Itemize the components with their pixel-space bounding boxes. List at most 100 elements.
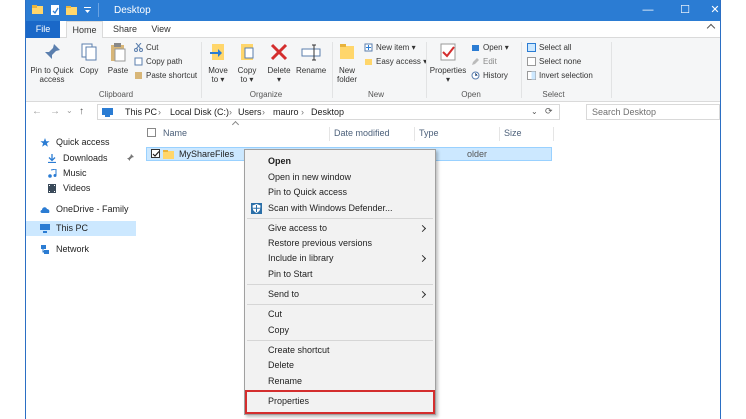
breadcrumb-mauro[interactable]: mauro xyxy=(273,107,299,117)
select-none-button[interactable]: Select none xyxy=(527,55,581,68)
new-item-button[interactable]: New item ▾ xyxy=(364,41,416,54)
submenu-arrow-icon xyxy=(418,254,427,263)
cut-button[interactable]: Cut xyxy=(134,41,158,54)
delete-x-icon xyxy=(270,43,288,61)
open-icon xyxy=(472,45,479,51)
history-ribbon-button[interactable]: History xyxy=(471,69,508,82)
explorer-app-icon xyxy=(32,5,43,14)
address-bar[interactable]: This PC › Local Disk (C:) › Users › maur… xyxy=(97,104,560,120)
forward-arrow-icon[interactable]: → xyxy=(50,106,60,117)
invert-selection-button[interactable]: Invert selection xyxy=(527,69,593,82)
properties-ribbon-button[interactable]: Properties ▾ xyxy=(428,42,468,84)
nav-item-music[interactable]: Music xyxy=(47,166,87,181)
row-checkbox[interactable] xyxy=(151,149,160,158)
column-header-date-modified[interactable]: Date modified xyxy=(334,128,390,138)
download-arrow-icon xyxy=(48,154,56,163)
breadcrumb-local-disk[interactable]: Local Disk (C:) xyxy=(170,107,229,117)
tab-home[interactable]: Home xyxy=(66,21,103,39)
recent-locations-icon[interactable]: ⌄ xyxy=(66,106,73,115)
nav-item-downloads[interactable]: Downloads xyxy=(47,151,108,166)
cut-label: Cut xyxy=(146,43,159,52)
maximize-button[interactable]: ☐ xyxy=(678,3,692,17)
tab-file[interactable]: File xyxy=(26,21,60,38)
refresh-icon[interactable]: ⟳ xyxy=(545,106,553,117)
close-button[interactable]: ✕ xyxy=(708,3,720,17)
select-all-button[interactable]: Select all xyxy=(527,41,571,54)
move-to-button[interactable]: Move to ▾ xyxy=(206,42,230,84)
navigation-pane: Quick access Downloads Music Videos OneD… xyxy=(26,122,136,419)
nav-item-this-pc[interactable]: This PC xyxy=(40,221,88,236)
paste-icon xyxy=(111,43,126,62)
open-ribbon-button[interactable]: Open ▾ xyxy=(471,41,509,54)
ribbon-tab-row: File Home Share View xyxy=(26,21,720,39)
tab-view[interactable]: View xyxy=(146,21,176,38)
nav-item-network[interactable]: Network xyxy=(40,242,89,257)
breadcrumb-desktop[interactable]: Desktop xyxy=(311,107,344,117)
nav-item-onedrive[interactable]: OneDrive - Family xyxy=(40,202,129,217)
copy-button[interactable]: Copy xyxy=(77,42,101,75)
new-folder-qat-icon[interactable] xyxy=(66,5,77,15)
collapse-ribbon-chevron-icon[interactable] xyxy=(706,23,716,33)
pin-to-quick-access-button[interactable]: Pin to Quick access xyxy=(30,42,74,84)
computer-icon xyxy=(40,224,50,233)
select-all-checkbox[interactable] xyxy=(147,128,156,137)
copy-icon xyxy=(81,43,97,61)
copy-path-icon xyxy=(134,57,143,66)
back-arrow-icon[interactable]: ← xyxy=(32,106,42,117)
menu-item-rename[interactable]: Rename xyxy=(268,374,302,389)
menu-item-delete[interactable]: Delete xyxy=(268,358,294,373)
paste-shortcut-label: Paste shortcut xyxy=(146,71,198,80)
menu-item-include-library[interactable]: Include in library xyxy=(268,251,334,266)
tab-share[interactable]: Share xyxy=(109,21,141,38)
menu-item-scan-defender[interactable]: Scan with Windows Defender... xyxy=(268,201,393,216)
qat-dropdown-icon[interactable] xyxy=(82,5,93,15)
move-to-icon xyxy=(210,44,224,60)
navigation-row: ← → ⌄ ↑ This PC › Local Disk (C:) › User… xyxy=(26,102,720,122)
breadcrumb-separator: › xyxy=(301,107,304,117)
menu-item-open-new-window[interactable]: Open in new window xyxy=(268,170,351,185)
menu-item-give-access[interactable]: Give access to xyxy=(268,221,327,236)
delete-button[interactable]: Delete ▾ xyxy=(266,42,292,84)
properties-qat-icon[interactable] xyxy=(50,5,61,15)
pin-icon[interactable] xyxy=(126,154,134,162)
column-header-name[interactable]: Name xyxy=(163,128,187,138)
minimize-button[interactable]: — xyxy=(641,3,655,17)
edit-ribbon-label: Edit xyxy=(483,57,497,66)
menu-item-pin-to-start[interactable]: Pin to Start xyxy=(268,267,313,282)
rename-button[interactable]: Rename xyxy=(296,42,326,75)
new-folder-button[interactable]: New folder xyxy=(334,42,360,84)
breadcrumb-users[interactable]: Users xyxy=(238,107,262,117)
menu-item-create-shortcut[interactable]: Create shortcut xyxy=(268,343,330,358)
address-dropdown-chevron-icon[interactable]: ⌄ xyxy=(531,107,538,116)
copy-path-label: Copy path xyxy=(146,57,183,66)
menu-item-pin-quick-access[interactable]: Pin to Quick access xyxy=(268,185,347,200)
clipboard-group-label: Clipboard xyxy=(98,90,134,99)
easy-access-button[interactable]: Easy access ▾ xyxy=(364,55,427,68)
menu-item-open[interactable]: Open xyxy=(268,154,291,169)
column-header-size[interactable]: Size xyxy=(504,128,522,138)
rename-icon xyxy=(301,44,321,61)
pin-label: Pin to Quick xyxy=(30,66,74,75)
paste-button[interactable]: Paste xyxy=(106,42,130,75)
ribbon: Pin to Quick access Copy Paste Cut Copy … xyxy=(26,38,720,102)
up-arrow-icon[interactable]: ↑ xyxy=(79,106,84,117)
copy-path-button[interactable]: Copy path xyxy=(134,55,182,68)
copy-to-button[interactable]: Copy to ▾ xyxy=(234,42,260,84)
history-ribbon-label: History xyxy=(483,71,508,80)
pin-label-2: access xyxy=(39,75,65,84)
breadcrumb-this-pc[interactable]: This PC xyxy=(125,107,157,117)
edit-ribbon-button[interactable]: Edit xyxy=(471,55,497,68)
easy-access-label: Easy access ▾ xyxy=(376,57,428,66)
menu-item-copy[interactable]: Copy xyxy=(268,323,289,338)
nav-item-quick-access[interactable]: Quick access xyxy=(40,135,110,150)
properties-highlight-box xyxy=(245,390,435,414)
menu-item-cut[interactable]: Cut xyxy=(268,307,282,322)
menu-separator xyxy=(247,304,433,305)
menu-item-send-to[interactable]: Send to xyxy=(268,287,299,302)
menu-item-restore-versions[interactable]: Restore previous versions xyxy=(268,236,372,251)
column-header-type[interactable]: Type xyxy=(419,128,439,138)
file-name: MyShareFiles xyxy=(179,149,235,159)
nav-item-videos[interactable]: Videos xyxy=(47,181,90,196)
paste-shortcut-button[interactable]: Paste shortcut xyxy=(134,69,197,82)
search-box[interactable]: Search Desktop xyxy=(586,104,720,120)
